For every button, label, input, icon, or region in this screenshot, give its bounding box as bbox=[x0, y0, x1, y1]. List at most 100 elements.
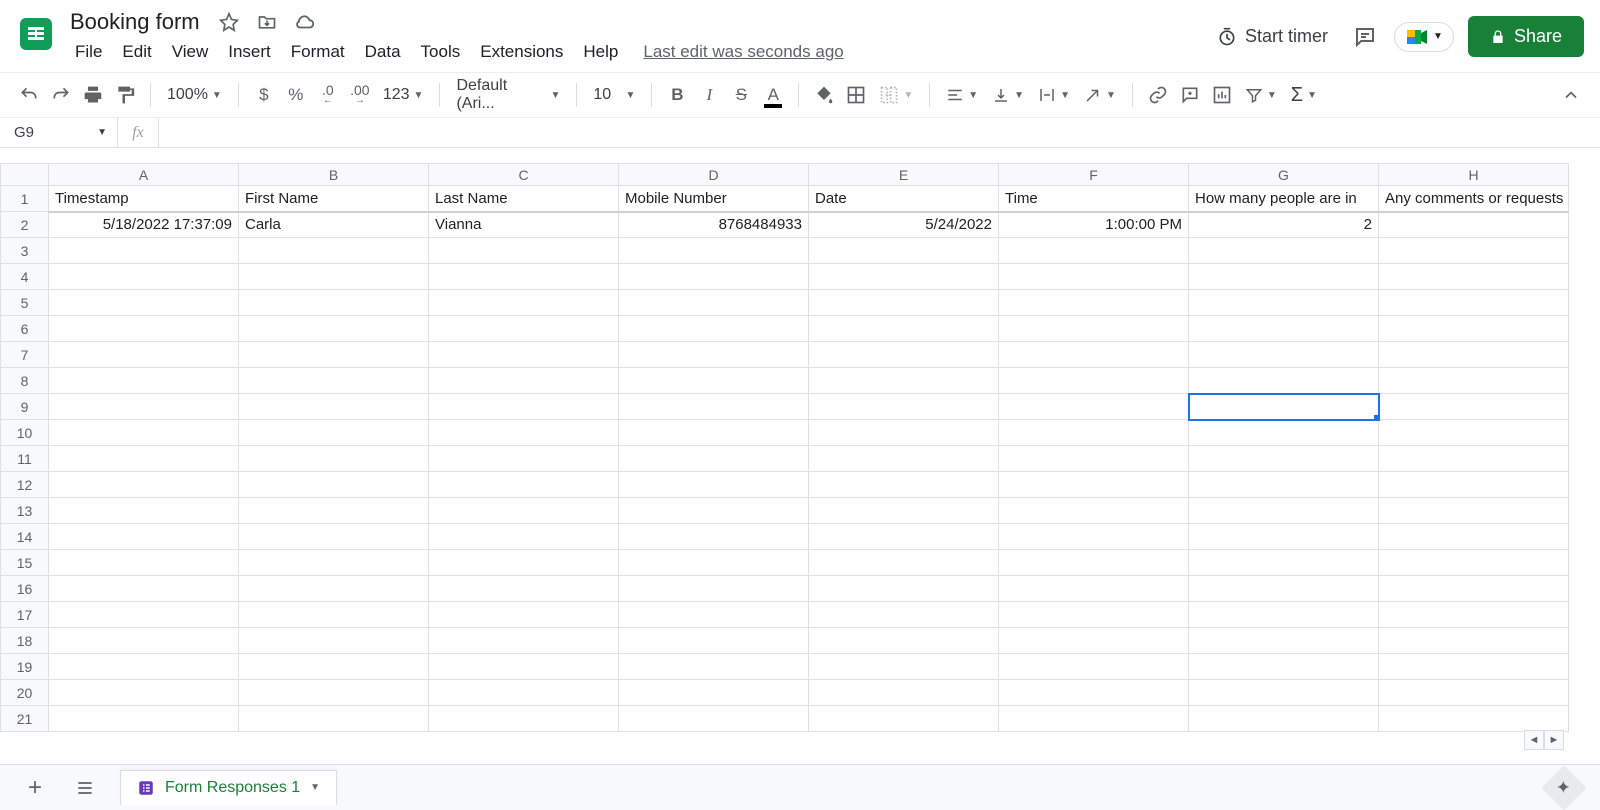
cell[interactable] bbox=[999, 628, 1189, 654]
row-header[interactable]: 6 bbox=[1, 316, 49, 342]
cell[interactable] bbox=[999, 342, 1189, 368]
print-icon[interactable] bbox=[78, 80, 108, 110]
cell[interactable] bbox=[619, 680, 809, 706]
cell[interactable] bbox=[429, 316, 619, 342]
insert-link-button[interactable] bbox=[1143, 80, 1173, 110]
more-formats-button[interactable]: 123▼ bbox=[377, 86, 430, 104]
cell[interactable] bbox=[619, 316, 809, 342]
cell[interactable] bbox=[809, 446, 999, 472]
cell[interactable] bbox=[619, 368, 809, 394]
cell[interactable] bbox=[239, 368, 429, 394]
cell[interactable] bbox=[619, 498, 809, 524]
cell[interactable]: How many people are in bbox=[1189, 186, 1379, 212]
column-header[interactable]: H bbox=[1379, 164, 1569, 186]
cell[interactable] bbox=[809, 628, 999, 654]
italic-button[interactable]: I bbox=[694, 80, 724, 110]
formula-bar-input[interactable] bbox=[158, 118, 1600, 147]
decrease-decimal-button[interactable]: .0← bbox=[313, 80, 343, 110]
cell[interactable] bbox=[239, 342, 429, 368]
row-header[interactable]: 18 bbox=[1, 628, 49, 654]
cell[interactable] bbox=[239, 550, 429, 576]
cell[interactable] bbox=[809, 342, 999, 368]
row-header[interactable]: 2 bbox=[1, 212, 49, 238]
doc-title[interactable]: Booking form bbox=[66, 8, 204, 36]
cell[interactable] bbox=[619, 550, 809, 576]
cell[interactable] bbox=[999, 316, 1189, 342]
increase-decimal-button[interactable]: .00→ bbox=[345, 80, 375, 110]
cell[interactable] bbox=[49, 420, 239, 446]
cell[interactable] bbox=[429, 498, 619, 524]
cell[interactable] bbox=[999, 238, 1189, 264]
cell[interactable] bbox=[809, 238, 999, 264]
cell[interactable] bbox=[1379, 524, 1569, 550]
cell[interactable] bbox=[1379, 420, 1569, 446]
column-header[interactable]: G bbox=[1189, 164, 1379, 186]
cell[interactable] bbox=[239, 576, 429, 602]
sheet-tab[interactable]: Form Responses 1 ▼ bbox=[120, 770, 337, 805]
cell[interactable] bbox=[239, 498, 429, 524]
cell[interactable] bbox=[239, 654, 429, 680]
cell[interactable] bbox=[1189, 342, 1379, 368]
cell[interactable] bbox=[429, 550, 619, 576]
strikethrough-button[interactable]: S bbox=[726, 80, 756, 110]
cell[interactable]: 5/18/2022 17:37:09 bbox=[49, 212, 239, 238]
cell[interactable] bbox=[239, 446, 429, 472]
fill-color-button[interactable] bbox=[809, 80, 839, 110]
cell[interactable] bbox=[49, 446, 239, 472]
start-timer-button[interactable]: Start timer bbox=[1209, 22, 1336, 51]
cell[interactable] bbox=[619, 290, 809, 316]
cell[interactable] bbox=[619, 446, 809, 472]
cell[interactable] bbox=[429, 706, 619, 732]
cell[interactable] bbox=[239, 706, 429, 732]
cell[interactable]: 1:00:00 PM bbox=[999, 212, 1189, 238]
cell[interactable] bbox=[1189, 602, 1379, 628]
cell[interactable] bbox=[1379, 654, 1569, 680]
percent-format-button[interactable]: % bbox=[281, 80, 311, 110]
menu-edit[interactable]: Edit bbox=[113, 40, 160, 64]
cell[interactable]: Timestamp bbox=[49, 186, 239, 212]
cell[interactable] bbox=[809, 420, 999, 446]
cell[interactable] bbox=[49, 394, 239, 420]
menu-file[interactable]: File bbox=[66, 40, 111, 64]
cell[interactable] bbox=[429, 394, 619, 420]
text-wrap-button[interactable]: ▼ bbox=[1032, 86, 1076, 104]
select-all-corner[interactable] bbox=[1, 164, 49, 186]
cell[interactable] bbox=[49, 576, 239, 602]
menu-help[interactable]: Help bbox=[574, 40, 627, 64]
cell[interactable] bbox=[49, 680, 239, 706]
vertical-align-button[interactable]: ▼ bbox=[986, 86, 1030, 104]
font-size-select[interactable]: 10▼ bbox=[587, 86, 641, 104]
cell[interactable] bbox=[809, 550, 999, 576]
cell[interactable] bbox=[239, 472, 429, 498]
cell[interactable] bbox=[619, 264, 809, 290]
row-header[interactable]: 1 bbox=[1, 186, 49, 212]
cell[interactable] bbox=[1379, 342, 1569, 368]
cell[interactable]: 2 bbox=[1189, 212, 1379, 238]
cell[interactable] bbox=[429, 524, 619, 550]
column-header[interactable]: D bbox=[619, 164, 809, 186]
cell[interactable] bbox=[1379, 602, 1569, 628]
cell[interactable] bbox=[809, 316, 999, 342]
cell[interactable] bbox=[1189, 368, 1379, 394]
paint-format-icon[interactable] bbox=[110, 80, 140, 110]
cell[interactable] bbox=[1189, 472, 1379, 498]
menu-view[interactable]: View bbox=[163, 40, 218, 64]
row-header[interactable]: 5 bbox=[1, 290, 49, 316]
cell[interactable] bbox=[809, 368, 999, 394]
row-header[interactable]: 17 bbox=[1, 602, 49, 628]
cell[interactable] bbox=[239, 290, 429, 316]
cell[interactable] bbox=[1189, 420, 1379, 446]
cell[interactable] bbox=[429, 628, 619, 654]
cell[interactable] bbox=[49, 498, 239, 524]
redo-icon[interactable] bbox=[46, 80, 76, 110]
cell[interactable] bbox=[49, 368, 239, 394]
cell[interactable] bbox=[239, 628, 429, 654]
cell[interactable] bbox=[999, 394, 1189, 420]
column-header[interactable]: B bbox=[239, 164, 429, 186]
menu-tools[interactable]: Tools bbox=[412, 40, 470, 64]
cell[interactable] bbox=[49, 706, 239, 732]
add-sheet-button[interactable]: + bbox=[20, 773, 50, 803]
cell[interactable] bbox=[809, 394, 999, 420]
column-header[interactable]: A bbox=[49, 164, 239, 186]
cell[interactable] bbox=[1189, 264, 1379, 290]
